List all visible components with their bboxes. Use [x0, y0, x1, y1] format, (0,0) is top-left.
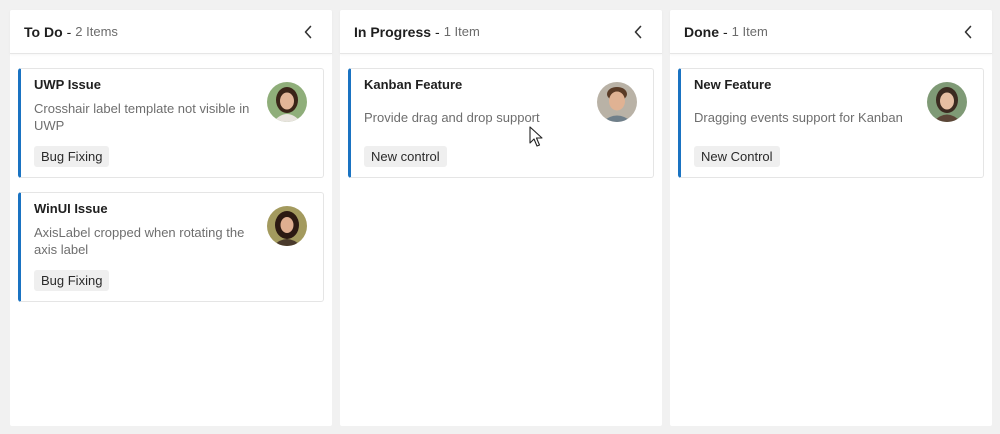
card-tag: Bug Fixing — [34, 270, 110, 291]
column-header: Done - 1 Item — [670, 10, 992, 54]
column-title-separator: - — [723, 23, 728, 40]
avatar — [267, 206, 307, 246]
column-header: In Progress - 1 Item — [340, 10, 662, 54]
card-description: Dragging events support for Kanban — [694, 110, 903, 125]
kanban-card[interactable]: New Feature Dragging events support for … — [678, 68, 984, 178]
column-item-count: 2 Items — [75, 24, 118, 39]
card-list: Kanban Feature Provide drag and drop sup… — [340, 54, 662, 178]
column-title: In Progress — [354, 23, 432, 40]
kanban-board: To Do - 2 Items UWP Issue Crosshair labe… — [10, 10, 992, 426]
card-description: AxisLabel cropped when rotating the axis… — [34, 225, 245, 257]
kanban-card[interactable]: Kanban Feature Provide drag and drop sup… — [348, 68, 654, 178]
column-header: To Do - 2 Items — [10, 10, 332, 54]
chevron-left-icon — [964, 25, 972, 38]
card-tag: New control — [364, 146, 447, 167]
column-in-progress: In Progress - 1 Item Kanban Feature Prov… — [340, 10, 662, 426]
card-list: UWP Issue Crosshair label template not v… — [10, 54, 332, 302]
kanban-card[interactable]: WinUI Issue AxisLabel cropped when rotat… — [18, 192, 324, 302]
column-title: To Do — [24, 23, 63, 40]
avatar — [927, 82, 967, 122]
card-description: Provide drag and drop support — [364, 110, 540, 125]
collapse-column-button[interactable] — [298, 22, 318, 42]
avatar — [267, 82, 307, 122]
collapse-column-button[interactable] — [628, 22, 648, 42]
collapse-column-button[interactable] — [958, 22, 978, 42]
kanban-card[interactable]: UWP Issue Crosshair label template not v… — [18, 68, 324, 178]
card-tag: Bug Fixing — [34, 146, 110, 167]
card-tag: New Control — [694, 146, 780, 167]
column-todo: To Do - 2 Items UWP Issue Crosshair labe… — [10, 10, 332, 426]
column-item-count: 1 Item — [443, 24, 480, 39]
card-list: New Feature Dragging events support for … — [670, 54, 992, 178]
card-description: Crosshair label template not visible in … — [34, 101, 250, 133]
avatar — [597, 82, 637, 122]
chevron-left-icon — [304, 25, 312, 38]
column-title-separator: - — [435, 23, 440, 40]
chevron-left-icon — [634, 25, 642, 38]
mouse-pointer-icon — [529, 126, 543, 147]
column-item-count: 1 Item — [731, 24, 768, 39]
column-title-separator: - — [66, 23, 72, 40]
column-done: Done - 1 Item New Feature Dragging event… — [670, 10, 992, 426]
column-title: Done — [684, 23, 719, 40]
